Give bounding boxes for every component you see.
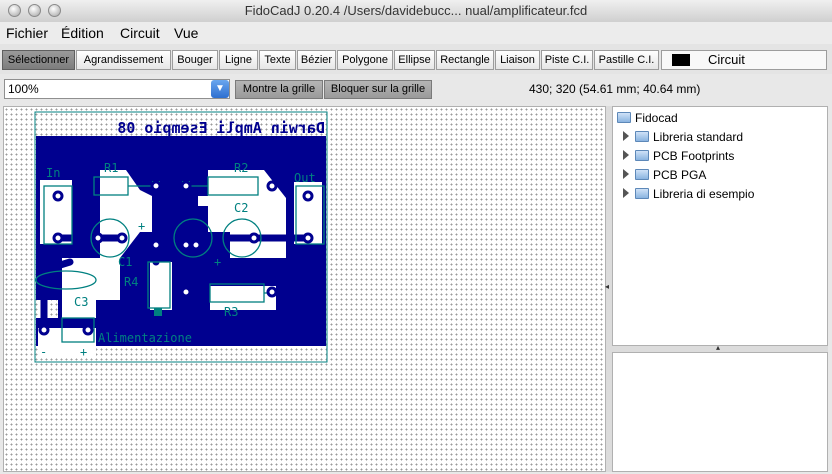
- label-minus: -: [40, 345, 47, 359]
- folder-icon: [617, 112, 631, 123]
- tool-polygon-button[interactable]: Polygone: [337, 50, 393, 70]
- snap-grid-button[interactable]: Bloquer sur la grille: [324, 80, 432, 99]
- label-plus-c2: +: [214, 255, 221, 269]
- label-c3: C3: [74, 295, 88, 309]
- label-c2: C2: [234, 201, 248, 215]
- tool-move-button[interactable]: Bouger: [172, 50, 218, 70]
- menu-edit[interactable]: Édition: [61, 25, 104, 41]
- label-plus-c1: +: [138, 219, 145, 233]
- tool-bezier-button[interactable]: Bézier: [297, 50, 336, 70]
- chevron-down-icon[interactable]: ▼: [211, 80, 229, 98]
- tool-connection-button[interactable]: Liaison: [495, 50, 540, 70]
- folder-icon: [635, 169, 649, 180]
- label-r3: R3: [224, 305, 238, 319]
- label-out: Out: [294, 171, 316, 185]
- title-bar: FidoCadJ 0.20.4 /Users/davidebucc... nua…: [0, 0, 832, 23]
- label-power: Alimentazione: [98, 331, 192, 345]
- label-r2: R2: [234, 161, 248, 175]
- tool-line-button[interactable]: Ligne: [219, 50, 258, 70]
- menu-file[interactable]: Fichier: [6, 25, 48, 41]
- folder-icon: [635, 150, 649, 161]
- label-c1: C1: [118, 255, 132, 269]
- layer-selector[interactable]: Circuit: [661, 50, 827, 70]
- chevron-left-icon[interactable]: ◂: [605, 282, 609, 291]
- zoom-combobox[interactable]: 100%: [4, 79, 230, 99]
- drawing-canvas[interactable]: In Out R1 R2 R3 R4 C1 C2 C3 Alimentazion…: [3, 106, 606, 472]
- chevron-right-icon[interactable]: [623, 131, 629, 141]
- tool-select-button[interactable]: Sélectionner: [2, 50, 75, 70]
- chevron-right-icon[interactable]: [623, 150, 629, 160]
- pcb-drawing: In Out R1 R2 R3 R4 C1 C2 C3 Alimentazion…: [34, 111, 328, 363]
- label-r4: R4: [124, 275, 138, 289]
- pcb-title-mirrored: Darwin Ampli Esempio 08: [117, 119, 325, 137]
- tree-root[interactable]: Fidocad: [617, 111, 678, 125]
- tree-item-pcb-pga[interactable]: PCB PGA: [623, 168, 706, 182]
- library-preview-panel: [612, 352, 828, 472]
- tool-pcb-pad-button[interactable]: Pastille C.I.: [594, 50, 659, 70]
- menu-circuit[interactable]: Circuit: [120, 25, 160, 41]
- tree-item-examples[interactable]: Libreria di esempio: [623, 187, 754, 201]
- label-plus-power: +: [80, 345, 87, 359]
- tool-ellipse-button[interactable]: Ellipse: [394, 50, 435, 70]
- coordinates-readout: 430; 320 (54.61 mm; 40.64 mm): [529, 82, 701, 96]
- chevron-right-icon[interactable]: [623, 169, 629, 179]
- pcb-cutout-r3: [210, 286, 276, 310]
- show-grid-button[interactable]: Montre la grille: [235, 80, 323, 99]
- tree-item-pcb-footprints[interactable]: PCB Footprints: [623, 149, 734, 163]
- pcb-cutout-r4: [150, 262, 172, 310]
- layer-label: Circuit: [708, 52, 745, 67]
- chevron-right-icon[interactable]: [623, 188, 629, 198]
- label-in: In: [46, 166, 60, 180]
- tool-rectangle-button[interactable]: Rectangle: [436, 50, 494, 70]
- menu-view[interactable]: Vue: [174, 25, 198, 41]
- tool-zoom-button[interactable]: Agrandissement: [76, 50, 171, 70]
- folder-icon: [635, 131, 649, 142]
- pcb-cutout-small: [198, 196, 208, 206]
- library-tree: Fidocad Libreria standard PCB Footprints…: [612, 106, 828, 346]
- tool-text-button[interactable]: Texte: [259, 50, 296, 70]
- layer-color-swatch: [672, 54, 690, 66]
- label-r1: R1: [104, 161, 118, 175]
- tree-item-standard[interactable]: Libreria standard: [623, 130, 743, 144]
- chevron-up-icon[interactable]: ▴: [716, 343, 720, 352]
- folder-icon: [635, 188, 649, 199]
- window-title: FidoCadJ 0.20.4 /Users/davidebucc... nua…: [244, 3, 588, 18]
- tool-pcb-track-button[interactable]: Piste C.I.: [541, 50, 593, 70]
- menu-bar: Fichier Édition Circuit Vue: [0, 22, 832, 44]
